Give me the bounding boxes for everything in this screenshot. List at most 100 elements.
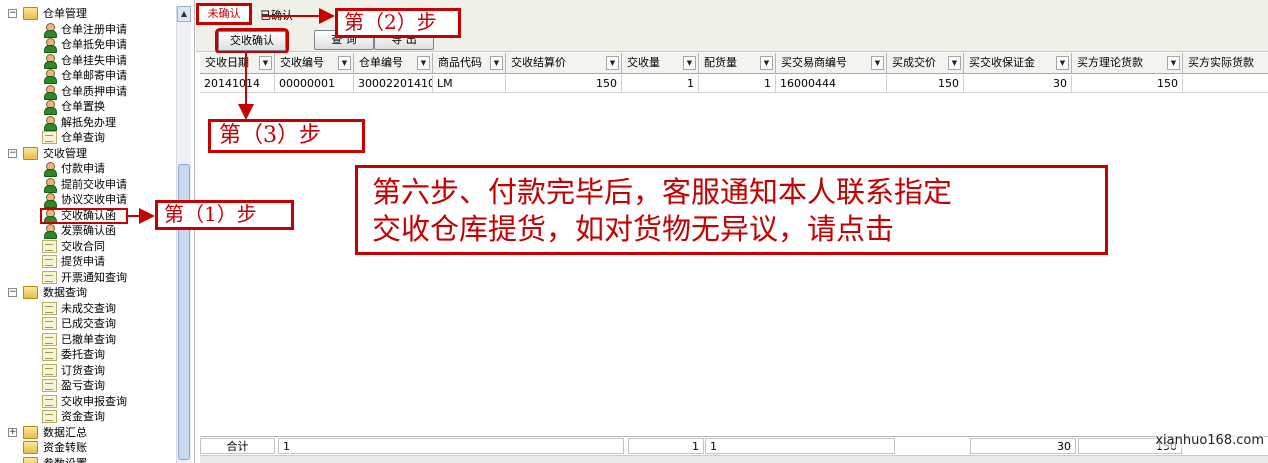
doc-icon bbox=[42, 332, 57, 346]
dropdown-arrow-icon[interactable]: ▼ bbox=[606, 56, 619, 70]
horizontal-scrollbar[interactable] bbox=[200, 455, 1268, 463]
table-row[interactable]: 2014101400000001300022014101LM1501116000… bbox=[200, 75, 1268, 93]
annotation-step-3: 第（3）步 bbox=[208, 119, 365, 153]
dropdown-arrow-icon[interactable]: ▼ bbox=[417, 56, 430, 70]
tree-folder[interactable]: − 交收管理 bbox=[0, 146, 175, 162]
scroll-up-icon[interactable]: ▲ bbox=[177, 6, 191, 22]
column-header[interactable]: 交收结算价 ▼ bbox=[506, 53, 622, 74]
table-cell: 150 bbox=[887, 75, 964, 93]
tree-item-label: 开票通知查询 bbox=[61, 270, 127, 284]
collapse-icon[interactable]: − bbox=[8, 9, 17, 18]
tree-item[interactable]: 委托查询 bbox=[0, 347, 175, 363]
expand-icon[interactable]: + bbox=[8, 427, 17, 437]
tree-item[interactable]: 付款申请 bbox=[0, 161, 175, 177]
tree-item-label: 委托查询 bbox=[61, 348, 105, 361]
column-header-label: 交收量 bbox=[627, 56, 660, 69]
column-header[interactable]: 配货量 ▼ bbox=[699, 53, 776, 74]
tree-item-label: 交收管理 bbox=[43, 146, 87, 160]
tree-item[interactable]: 协议交收申请 bbox=[0, 192, 175, 208]
tree-item[interactable]: 交收合同 bbox=[0, 239, 175, 255]
column-header[interactable]: 仓单编号 ▼ bbox=[354, 53, 433, 74]
person-icon bbox=[42, 53, 57, 69]
dropdown-arrow-icon[interactable]: ▼ bbox=[1167, 56, 1180, 70]
person-icon bbox=[42, 177, 57, 193]
tree-item[interactable]: 交收申报查询 bbox=[0, 394, 175, 410]
selected-item-highlight bbox=[40, 208, 128, 224]
column-header-label: 买交易商编号 bbox=[781, 56, 847, 69]
tree-item[interactable]: 提前交收申请 bbox=[0, 177, 175, 193]
tree-item-label: 已成交查询 bbox=[61, 317, 116, 330]
tree-item[interactable]: 仓单邮寄申请 bbox=[0, 68, 175, 84]
tree-folder[interactable]: + 数据汇总 bbox=[0, 425, 175, 441]
dropdown-arrow-icon[interactable]: ▼ bbox=[760, 56, 773, 70]
tree-item[interactable]: 仓单注册申请 bbox=[0, 22, 175, 38]
tree-item[interactable]: 已撤单查询 bbox=[0, 332, 175, 348]
column-header[interactable]: 商品代码 ▼ bbox=[433, 53, 506, 74]
tree-item[interactable]: 仓单查询 bbox=[0, 130, 175, 146]
collapse-icon[interactable]: − bbox=[8, 288, 17, 297]
tree-folder[interactable]: 资金转账 bbox=[0, 440, 175, 456]
tree-item[interactable]: 已成交查询 bbox=[0, 316, 175, 332]
dropdown-arrow-icon[interactable]: ▼ bbox=[683, 56, 696, 70]
table-cell: 1 bbox=[699, 75, 776, 93]
tree-item[interactable]: 仓单挂失申请 bbox=[0, 53, 175, 69]
collapse-icon[interactable]: − bbox=[8, 148, 17, 158]
doc-icon bbox=[42, 301, 57, 315]
folder-icon bbox=[23, 441, 38, 454]
tree-item[interactable]: 解抵免办理 bbox=[0, 115, 175, 131]
tree-folder[interactable]: − 仓单管理 bbox=[0, 6, 175, 22]
tree-item[interactable]: 盈亏查询 bbox=[0, 378, 175, 394]
tree-item[interactable]: 仓单质押申请 bbox=[0, 84, 175, 100]
annotation-step-2: 第（2）步 bbox=[335, 8, 461, 38]
column-header[interactable]: 交收日期 ▼ bbox=[200, 53, 275, 74]
column-header[interactable]: 买交收保证金 ▼ bbox=[964, 53, 1072, 74]
tree-item[interactable]: 订货查询 bbox=[0, 363, 175, 379]
doc-icon bbox=[42, 379, 57, 392]
dropdown-arrow-icon[interactable]: ▼ bbox=[490, 56, 503, 70]
confirm-delivery-button[interactable]: 交收确认 bbox=[218, 31, 286, 51]
tab-confirmed[interactable]: 已确认 bbox=[260, 7, 293, 23]
tree-item-label: 仓单置换 bbox=[61, 100, 105, 113]
column-header[interactable]: 买方实际货款 bbox=[1183, 53, 1268, 74]
tree-folder[interactable]: 参数设置 bbox=[0, 456, 175, 463]
folder-icon bbox=[23, 286, 38, 299]
tree-scrollbar[interactable]: ▲ bbox=[176, 6, 191, 463]
column-header-label: 交收日期 bbox=[205, 56, 249, 69]
tree-item[interactable]: 仓单置换 bbox=[0, 99, 175, 115]
column-header[interactable]: 交收编号 ▼ bbox=[275, 53, 354, 74]
column-header[interactable]: 交收量 ▼ bbox=[622, 53, 699, 74]
doc-icon bbox=[42, 363, 57, 377]
dropdown-arrow-icon[interactable]: ▼ bbox=[948, 56, 961, 70]
column-header-label: 仓单编号 bbox=[359, 56, 403, 69]
tree-item-label: 资金转账 bbox=[43, 441, 87, 454]
dropdown-arrow-icon[interactable]: ▼ bbox=[259, 56, 272, 70]
column-header[interactable]: 买方理论货款 ▼ bbox=[1072, 53, 1183, 74]
tree-item-label: 交收申报查询 bbox=[61, 394, 127, 408]
column-header[interactable]: 买成交价 ▼ bbox=[887, 53, 964, 74]
column-header-label: 买方理论货款 bbox=[1077, 56, 1143, 69]
tree-item[interactable]: 开票通知查询 bbox=[0, 270, 175, 286]
column-header[interactable]: 买交易商编号 ▼ bbox=[776, 53, 887, 74]
tree-item-label: 已撤单查询 bbox=[61, 332, 116, 346]
tree-item[interactable]: 提货申请 bbox=[0, 254, 175, 270]
tab-unconfirmed[interactable]: 未确认 bbox=[196, 3, 252, 25]
tree-item[interactable]: 仓单抵免申请 bbox=[0, 37, 175, 53]
table-cell: 300022014101 bbox=[354, 75, 433, 93]
tree-item-label: 仓单查询 bbox=[61, 131, 105, 144]
table-cell: 1 bbox=[1183, 75, 1268, 93]
tree-item[interactable]: 资金查询 bbox=[0, 409, 175, 425]
tree-folder[interactable]: − 数据查询 bbox=[0, 285, 175, 301]
folder-icon bbox=[23, 146, 38, 160]
doc-icon bbox=[42, 348, 57, 361]
tree-item[interactable]: 发票确认函 bbox=[0, 223, 175, 239]
column-header-label: 买成交价 bbox=[892, 56, 936, 69]
dropdown-arrow-icon[interactable]: ▼ bbox=[871, 56, 884, 70]
nav-tree: − 仓单管理 仓单注册申请 仓单抵免申请 仓单挂失申请 仓单邮寄申请 仓单质押申请 仓单置换解… bbox=[0, 0, 195, 463]
table-cell: LM bbox=[433, 75, 506, 93]
dropdown-arrow-icon[interactable]: ▼ bbox=[1056, 56, 1069, 70]
dropdown-arrow-icon[interactable]: ▼ bbox=[338, 56, 351, 70]
tree-item[interactable]: 未成交查询 bbox=[0, 301, 175, 317]
table-cell: 16000444 bbox=[776, 75, 887, 93]
app-window: − 仓单管理 仓单注册申请 仓单抵免申请 仓单挂失申请 仓单邮寄申请 仓单质押申请 仓单置换解… bbox=[0, 0, 1268, 463]
person-icon bbox=[42, 22, 57, 38]
